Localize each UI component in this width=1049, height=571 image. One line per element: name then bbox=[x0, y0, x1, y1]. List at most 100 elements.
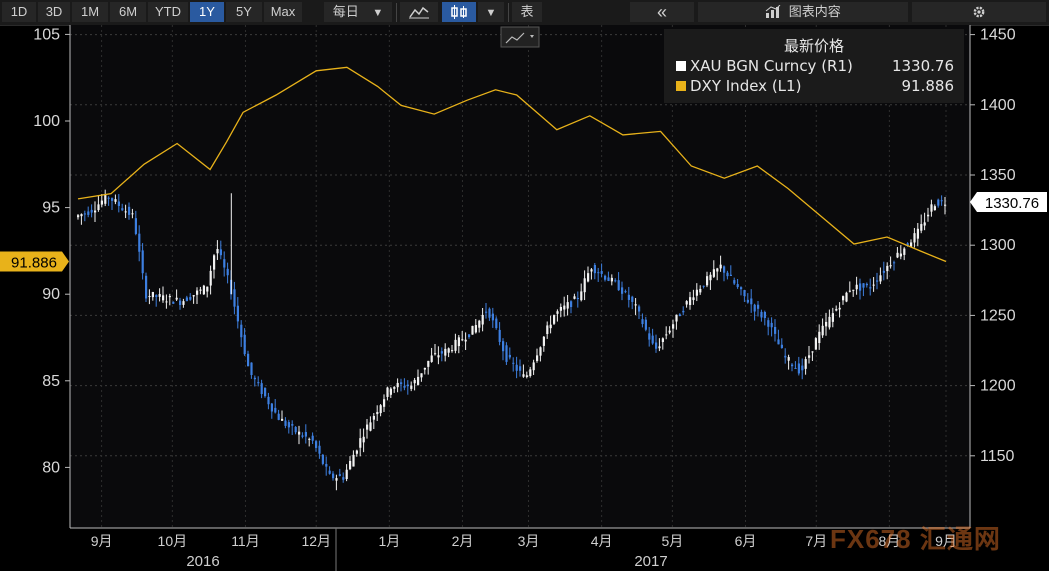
gold-candle-body bbox=[716, 268, 719, 272]
chart-contents-button[interactable]: 图表内容 bbox=[698, 2, 908, 22]
gold-candle-body bbox=[865, 283, 868, 286]
legend-swatch-xau bbox=[676, 61, 686, 71]
price-chart[interactable]: 9月 10月 11月 12月 1月 2月 3月 4月 5月 6月 7月 8月 9月2016 2017808… bbox=[0, 25, 1049, 571]
gold-candle-body bbox=[162, 295, 165, 301]
legend-value-xau: 1330.76 bbox=[891, 57, 954, 75]
gold-candle-body bbox=[634, 304, 637, 306]
gold-candle-body bbox=[457, 337, 460, 347]
gold-candle-body bbox=[780, 344, 783, 349]
candlestick-button[interactable] bbox=[442, 2, 476, 22]
gold-candle-body bbox=[495, 318, 498, 329]
gold-candle-body bbox=[529, 369, 532, 376]
gold-candle-body bbox=[627, 294, 630, 300]
x-tick-label: 12月 bbox=[301, 533, 331, 549]
gold-candle-body bbox=[937, 199, 940, 206]
gold-candle-body bbox=[80, 214, 83, 217]
table-view-button[interactable]: 表 bbox=[512, 2, 542, 22]
gold-candle-body bbox=[563, 305, 566, 310]
gold-candle-body bbox=[593, 265, 596, 274]
range-button-6m[interactable]: 6M bbox=[110, 2, 146, 22]
gold-candle-body bbox=[104, 194, 107, 204]
legend-entry-xau: XAU BGN Curncy (R1) 1330.76 bbox=[676, 57, 954, 75]
gold-candle-body bbox=[352, 454, 355, 467]
gold-candle-body bbox=[566, 302, 569, 309]
year-label: 2016 bbox=[186, 553, 219, 570]
gold-candle-body bbox=[236, 305, 239, 322]
left-tick-label: 95 bbox=[42, 200, 60, 217]
right-tick-label: 1250 bbox=[980, 307, 1016, 324]
gold-candle-body bbox=[148, 296, 151, 298]
gold-candle-body bbox=[505, 345, 508, 362]
gold-candle-body bbox=[570, 301, 573, 308]
range-button-3d[interactable]: 3D bbox=[38, 2, 70, 22]
gold-candle-body bbox=[536, 355, 539, 361]
gold-candle-body bbox=[746, 299, 749, 303]
range-button-5y[interactable]: 5Y bbox=[226, 2, 262, 22]
left-tick-label: 90 bbox=[42, 286, 60, 303]
gold-candle-body bbox=[189, 297, 192, 300]
right-tick-label: 1350 bbox=[980, 167, 1016, 184]
gold-candle-body bbox=[386, 387, 389, 397]
frequency-dropdown[interactable]: 每日 ▼ bbox=[324, 2, 392, 22]
gold-candle-body bbox=[757, 304, 760, 309]
chevron-down-icon: ▼ bbox=[372, 7, 384, 19]
gold-candle-body bbox=[913, 233, 916, 243]
gold-candle-body bbox=[763, 312, 766, 318]
table-label: 表 bbox=[520, 4, 534, 19]
gold-candle-body bbox=[145, 275, 148, 299]
chart-type-dropdown[interactable]: ▼ bbox=[478, 2, 504, 22]
gold-candle-body bbox=[233, 289, 236, 307]
range-button-1m[interactable]: 1M bbox=[72, 2, 108, 22]
gold-candle-body bbox=[318, 445, 321, 454]
gold-candle-body bbox=[393, 387, 396, 389]
gold-candle-body bbox=[862, 283, 865, 288]
gold-candle-body bbox=[685, 301, 688, 305]
settings-gear-icon bbox=[973, 6, 985, 18]
line-chart-button[interactable] bbox=[400, 2, 438, 22]
gold-candle-body bbox=[107, 197, 110, 199]
range-button-1d[interactable]: 1D bbox=[2, 2, 36, 22]
gold-candle-body bbox=[451, 350, 454, 352]
x-tick-label: 2月 bbox=[452, 533, 474, 549]
gold-candle-body bbox=[750, 298, 753, 305]
left-tick-label: 105 bbox=[33, 26, 60, 43]
gold-candle-body bbox=[400, 382, 403, 385]
gold-candle-body bbox=[94, 210, 97, 213]
gold-candle-body bbox=[168, 296, 171, 298]
x-tick-label: 3月 bbox=[518, 533, 540, 549]
gold-candle-body bbox=[525, 375, 528, 377]
gold-candle-body bbox=[277, 413, 280, 420]
gold-candle-body bbox=[226, 268, 229, 276]
gold-candle-body bbox=[726, 272, 729, 277]
gold-candle-body bbox=[468, 334, 471, 338]
gold-candle-body bbox=[202, 285, 205, 295]
settings-button[interactable] bbox=[912, 2, 1046, 22]
gold-candle-body bbox=[760, 311, 763, 318]
gold-candle-body bbox=[260, 383, 263, 395]
gold-candle-body bbox=[712, 269, 715, 277]
gold-candle-body bbox=[301, 435, 304, 437]
gold-candle-body bbox=[573, 296, 576, 299]
right-tick-label: 1300 bbox=[980, 237, 1016, 254]
gold-candle-body bbox=[141, 250, 144, 274]
range-button-max[interactable]: Max bbox=[264, 2, 302, 22]
gold-candle-body bbox=[590, 269, 593, 272]
gold-candle-body bbox=[689, 297, 692, 306]
collapse-panel-button[interactable]: « bbox=[630, 2, 694, 22]
gold-candle-body bbox=[502, 341, 505, 352]
range-button-1y[interactable]: 1Y bbox=[190, 2, 224, 22]
gold-candle-body bbox=[818, 331, 821, 344]
gold-candle-body bbox=[185, 297, 188, 302]
legend-name-xau: XAU BGN Curncy (R1) bbox=[690, 57, 853, 75]
gold-candle-body bbox=[362, 436, 365, 443]
gold-candle-body bbox=[709, 274, 712, 281]
gold-candle-body bbox=[719, 264, 722, 269]
range-button-ytd[interactable]: YTD bbox=[148, 2, 188, 22]
gold-candle-body bbox=[876, 280, 879, 282]
gold-candle-body bbox=[454, 339, 457, 351]
gold-candle-body bbox=[559, 306, 562, 311]
gold-candle-body bbox=[134, 218, 137, 234]
gold-candle-body bbox=[461, 339, 464, 341]
gold-candle-body bbox=[335, 478, 338, 481]
gold-candle-body bbox=[791, 364, 794, 367]
